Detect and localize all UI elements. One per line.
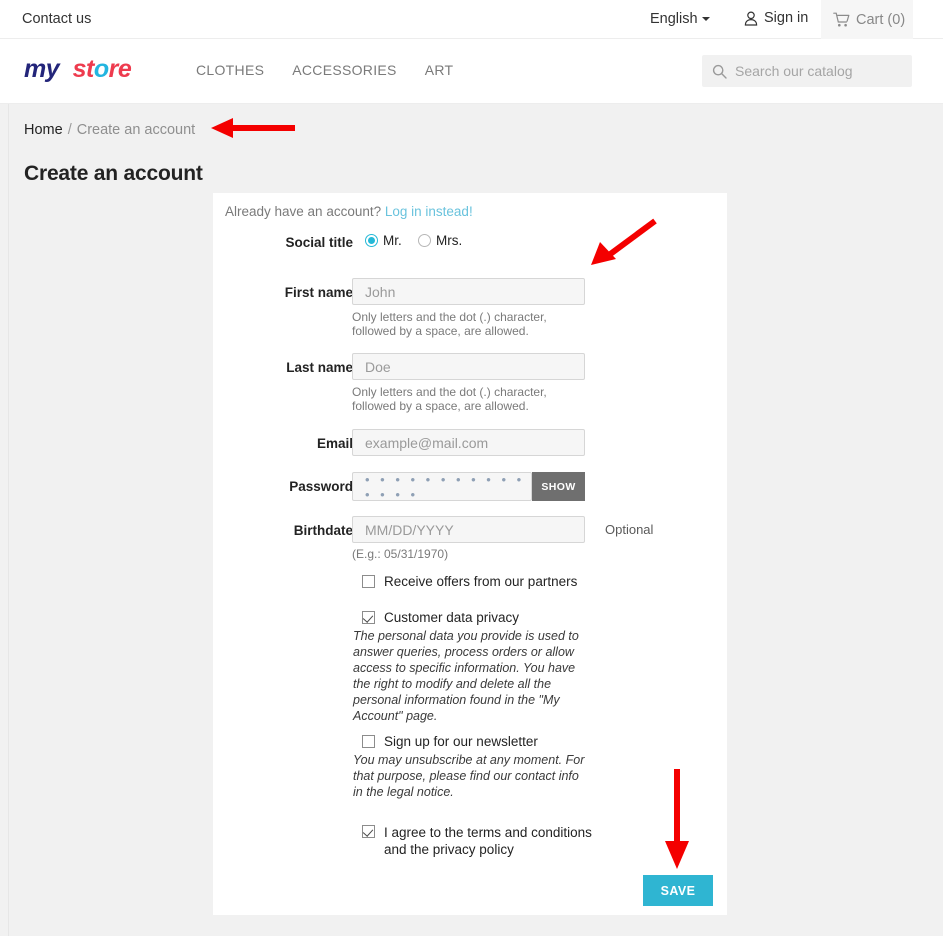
page-root: Contact us English Sign in Cart (0) my s…: [0, 0, 943, 936]
cart-label: Cart (0): [856, 11, 906, 28]
password-label: Password: [289, 479, 353, 494]
newsletter-note: You may unsubscribe at any moment. For t…: [353, 753, 585, 799]
first-name-label: First name: [284, 285, 353, 300]
birthdate-label: Birthdate: [293, 523, 353, 538]
cart-button[interactable]: Cart (0): [821, 0, 913, 39]
user-icon: [744, 11, 758, 26]
language-label: English: [650, 11, 698, 27]
site-logo[interactable]: my store: [24, 55, 132, 83]
radio-mrs-label: Mrs.: [436, 233, 463, 248]
radio-mr-label: Mr.: [383, 233, 402, 248]
checkbox-receive-offers[interactable]: Receive offers from our partners: [362, 574, 577, 589]
checkbox-terms-box: [362, 825, 375, 838]
sign-in-label: Sign in: [764, 10, 809, 26]
checkbox-terms-and-conditions[interactable]: I agree to the terms and conditions and …: [362, 824, 616, 858]
main-navigation: CLOTHES ACCESSORIES ART: [196, 62, 453, 78]
social-title-label: Social title: [285, 235, 353, 250]
email-label: Email: [316, 436, 353, 451]
search-placeholder: Search our catalog: [735, 63, 853, 79]
breadcrumb-separator: /: [67, 122, 72, 138]
radio-mrs-icon: [418, 234, 431, 247]
arrow-to-breadcrumb: [211, 118, 295, 138]
password-masked-value: • • • • • • • • • • • • • • •: [365, 471, 525, 502]
breadcrumb-current: Create an account: [76, 122, 196, 138]
breadcrumb: Home / Create an account: [24, 122, 195, 138]
create-account-form: Already have an account? Log in instead!…: [213, 193, 727, 915]
birthdate-placeholder: MM/DD/YYYY: [365, 521, 454, 538]
password-input[interactable]: • • • • • • • • • • • • • • •: [352, 471, 532, 502]
radio-social-title-mr[interactable]: Mr.: [365, 233, 402, 248]
first-name-placeholder: John: [365, 283, 396, 300]
logo-text-my: m: [24, 55, 46, 83]
email-placeholder: example@mail.com: [365, 434, 489, 451]
last-name-label: Last name: [286, 360, 353, 375]
content-left-divider: [8, 104, 9, 936]
nav-item-art[interactable]: ART: [425, 62, 454, 78]
search-input[interactable]: Search our catalog: [702, 55, 912, 87]
first-name-hint: Only letters and the dot (.) character, …: [352, 310, 547, 338]
breadcrumb-home[interactable]: Home: [24, 122, 63, 138]
last-name-placeholder: Doe: [365, 358, 391, 375]
checkbox-receive-offers-label: Receive offers from our partners: [384, 574, 578, 589]
show-password-button[interactable]: SHOW: [532, 472, 585, 501]
birthdate-hint: (E.g.: 05/31/1970): [352, 547, 449, 561]
nav-item-accessories[interactable]: ACCESSORIES: [292, 62, 396, 78]
customer-data-privacy-note: The personal data you provide is used to…: [353, 629, 579, 723]
chevron-down-icon: [701, 17, 710, 21]
logo-text-store: s: [72, 55, 87, 83]
checkbox-customer-data-privacy[interactable]: Customer data privacy: [362, 610, 519, 625]
birthdate-optional-label: Optional: [605, 522, 654, 537]
save-button[interactable]: SAVE: [643, 875, 713, 906]
checkbox-customer-data-privacy-box: [362, 611, 375, 624]
last-name-input[interactable]: Doe: [352, 353, 585, 380]
already-have-account-text: Already have an account?: [225, 204, 382, 219]
checkbox-terms-label: I agree to the terms and conditions and …: [384, 825, 592, 857]
login-instead-link[interactable]: Log in instead!: [385, 204, 473, 219]
search-icon: [712, 64, 727, 79]
checkbox-newsletter[interactable]: Sign up for our newsletter: [362, 734, 538, 749]
checkbox-newsletter-box: [362, 735, 375, 748]
checkbox-newsletter-label: Sign up for our newsletter: [384, 734, 538, 749]
shopping-cart-icon: [833, 12, 850, 26]
checkbox-customer-data-privacy-label: Customer data privacy: [384, 610, 520, 625]
last-name-hint: Only letters and the dot (.) character, …: [352, 385, 547, 413]
email-input[interactable]: example@mail.com: [352, 429, 585, 456]
sign-in-link[interactable]: Sign in: [744, 10, 808, 26]
radio-social-title-mrs[interactable]: Mrs.: [418, 233, 462, 248]
checkbox-receive-offers-box: [362, 575, 375, 588]
already-have-account: Already have an account? Log in instead!: [225, 204, 473, 219]
first-name-input[interactable]: John: [352, 278, 585, 305]
radio-mr-icon: [365, 234, 378, 247]
nav-item-clothes[interactable]: CLOTHES: [196, 62, 264, 78]
top-bar: Contact us English Sign in Cart (0): [0, 0, 943, 39]
birthdate-input[interactable]: MM/DD/YYYY: [352, 516, 585, 543]
page-title: Create an account: [24, 162, 203, 186]
language-selector[interactable]: English: [650, 11, 710, 27]
contact-us-link[interactable]: Contact us: [22, 11, 91, 27]
